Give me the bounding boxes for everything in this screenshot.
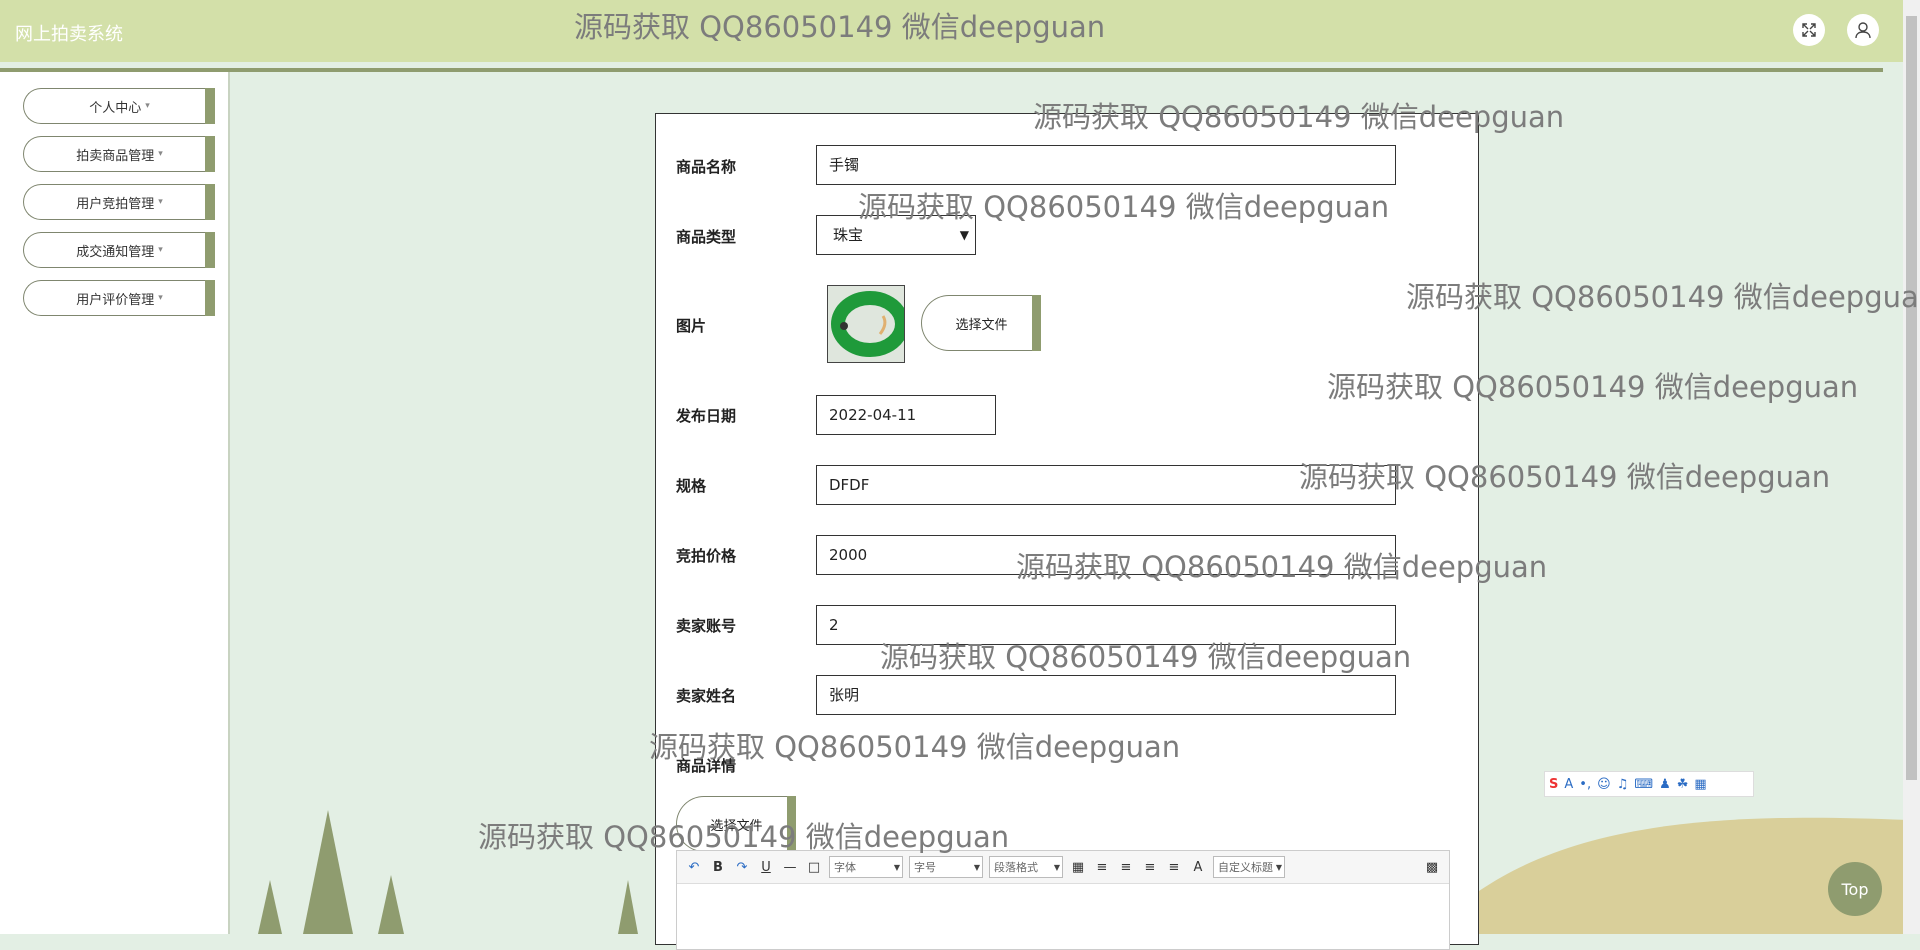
seller-account-input[interactable]: 2 <box>816 605 1396 645</box>
underline-icon[interactable]: U <box>757 858 775 876</box>
chevron-down-icon: ▼ <box>1053 862 1060 872</box>
align-center-icon[interactable]: ≡ <box>1141 858 1159 876</box>
chevron-down-icon: ▼ <box>973 862 980 872</box>
sidebar-item-label: 个人中心 <box>89 100 142 116</box>
chevron-down-icon: ▼ <box>959 228 969 242</box>
sidebar: 个人中心 ▾ 拍卖商品管理 ▾ 用户竞拍管理 ▾ 成交通知管理 ▾ 用户评价管理 ▾ <box>0 72 230 934</box>
type-select-value: 珠宝 <box>833 226 864 244</box>
undo-icon[interactable]: ↶ <box>685 858 703 876</box>
seller-name-input[interactable]: 张明 <box>816 675 1396 715</box>
fullscreen-editor-icon[interactable]: ▩ <box>1423 858 1441 876</box>
ime-toolbar: S A •, ☺ ♫ ⌨ ♟ ☘ ▦ <box>1544 771 1754 797</box>
paragraph-format-select-label: 段落格式 <box>994 861 1038 874</box>
sogou-logo-icon[interactable]: S <box>1549 777 1558 792</box>
custom-title-select[interactable]: 自定义标题 ▼ <box>1213 856 1285 878</box>
goods-image-thumbnail <box>827 285 905 363</box>
align-left-icon[interactable]: ≡ <box>1093 858 1111 876</box>
choose-detail-file-button[interactable]: 选择文件 <box>676 796 796 852</box>
sidebar-item-label: 拍卖商品管理 <box>76 148 155 164</box>
chevron-down-icon: ▼ <box>893 862 900 872</box>
spec-input[interactable]: DFDF <box>816 465 1396 505</box>
document-icon[interactable]: □ <box>805 858 823 876</box>
sidebar-item-user-reviews[interactable]: 用户评价管理 ▾ <box>23 280 215 316</box>
sidebar-item-label: 用户评价管理 <box>76 292 155 308</box>
name-input[interactable]: 手镯 <box>816 145 1396 185</box>
price-input[interactable]: 2000 <box>816 535 1396 575</box>
emoji-icon[interactable]: ☺ <box>1597 777 1611 792</box>
fullscreen-button[interactable] <box>1793 14 1825 46</box>
price-label: 竞拍价格 <box>676 547 737 565</box>
top-bar: 网上拍卖系统 <box>0 0 1903 62</box>
type-label: 商品类型 <box>676 228 737 246</box>
custom-title-select-label: 自定义标题 <box>1218 861 1273 874</box>
font-color-icon[interactable]: A <box>1189 858 1207 876</box>
rich-text-editor[interactable]: ↶ B ↷ U — □ 字体 ▼ 字号 ▼ 段落格式 ▼ ▦ ≡ ≡ ≡ ≡ A 自定… <box>676 850 1450 950</box>
horizontal-rule-icon[interactable]: — <box>781 858 799 876</box>
scrollbar-thumb[interactable] <box>1906 16 1917 780</box>
spec-label: 规格 <box>676 477 707 495</box>
font-family-select[interactable]: 字体 ▼ <box>829 856 903 878</box>
people-icon[interactable]: ♟ <box>1659 777 1671 792</box>
header-divider <box>0 68 1883 72</box>
font-icon[interactable]: A <box>1564 777 1573 792</box>
chevron-down-icon: ▾ <box>158 293 163 303</box>
seller-name-label: 卖家姓名 <box>676 687 737 705</box>
image-label: 图片 <box>676 317 707 335</box>
date-label: 发布日期 <box>676 407 737 425</box>
font-size-select[interactable]: 字号 ▼ <box>909 856 983 878</box>
back-to-top-button[interactable]: Top <box>1828 862 1882 916</box>
watermark: 源码获取 QQ86050149 微信deepguan <box>1406 280 1920 314</box>
sidebar-item-label: 成交通知管理 <box>76 244 155 260</box>
keyboard-icon[interactable]: ⌨ <box>1634 777 1653 792</box>
shirt-icon[interactable]: ☘ <box>1677 777 1689 792</box>
font-family-select-label: 字体 <box>834 861 856 874</box>
microphone-icon[interactable]: ♫ <box>1617 777 1629 792</box>
chevron-down-icon: ▾ <box>145 101 150 111</box>
align-justify-icon[interactable]: ≡ <box>1165 858 1183 876</box>
sidebar-item-user-bids[interactable]: 用户竞拍管理 ▾ <box>23 184 215 220</box>
chevron-down-icon: ▾ <box>158 197 163 207</box>
align-right-icon[interactable]: ≡ <box>1117 858 1135 876</box>
chevron-down-icon: ▾ <box>158 245 163 255</box>
sidebar-item-label: 用户竞拍管理 <box>76 196 155 212</box>
sidebar-item-personal-center[interactable]: 个人中心 ▾ <box>23 88 215 124</box>
page-scrollbar[interactable] <box>1903 0 1920 934</box>
sidebar-item-deal-notices[interactable]: 成交通知管理 ▾ <box>23 232 215 268</box>
seller-account-label: 卖家账号 <box>676 617 737 635</box>
goods-edit-form: 商品名称 手镯 商品类型 珠宝 ▼ 图片 选择文件 发布日期 2022-04-1… <box>655 113 1479 950</box>
table-icon[interactable]: ▦ <box>1069 858 1087 876</box>
name-label: 商品名称 <box>676 158 737 176</box>
expand-icon <box>1802 23 1816 37</box>
font-size-select-label: 字号 <box>914 861 936 874</box>
user-icon <box>1855 22 1871 39</box>
app-title: 网上拍卖系统 <box>15 24 123 45</box>
bold-icon[interactable]: B <box>709 858 727 876</box>
redo-icon[interactable]: ↷ <box>733 858 751 876</box>
grid-icon[interactable]: ▦ <box>1694 777 1706 792</box>
choose-image-button[interactable]: 选择文件 <box>921 295 1041 351</box>
chevron-down-icon: ▼ <box>1275 862 1282 872</box>
editor-toolbar: ↶ B ↷ U — □ 字体 ▼ 字号 ▼ 段落格式 ▼ ▦ ≡ ≡ ≡ ≡ A 自定… <box>677 851 1449 884</box>
date-input[interactable]: 2022-04-11 <box>816 395 996 435</box>
chevron-down-icon: ▾ <box>158 149 163 159</box>
sidebar-item-auction-goods[interactable]: 拍卖商品管理 ▾ <box>23 136 215 172</box>
paragraph-format-select[interactable]: 段落格式 ▼ <box>989 856 1063 878</box>
user-button[interactable] <box>1847 14 1879 46</box>
type-select[interactable]: 珠宝 ▼ <box>816 215 976 255</box>
punctuation-icon[interactable]: •, <box>1579 777 1591 792</box>
detail-label: 商品详情 <box>676 757 737 775</box>
